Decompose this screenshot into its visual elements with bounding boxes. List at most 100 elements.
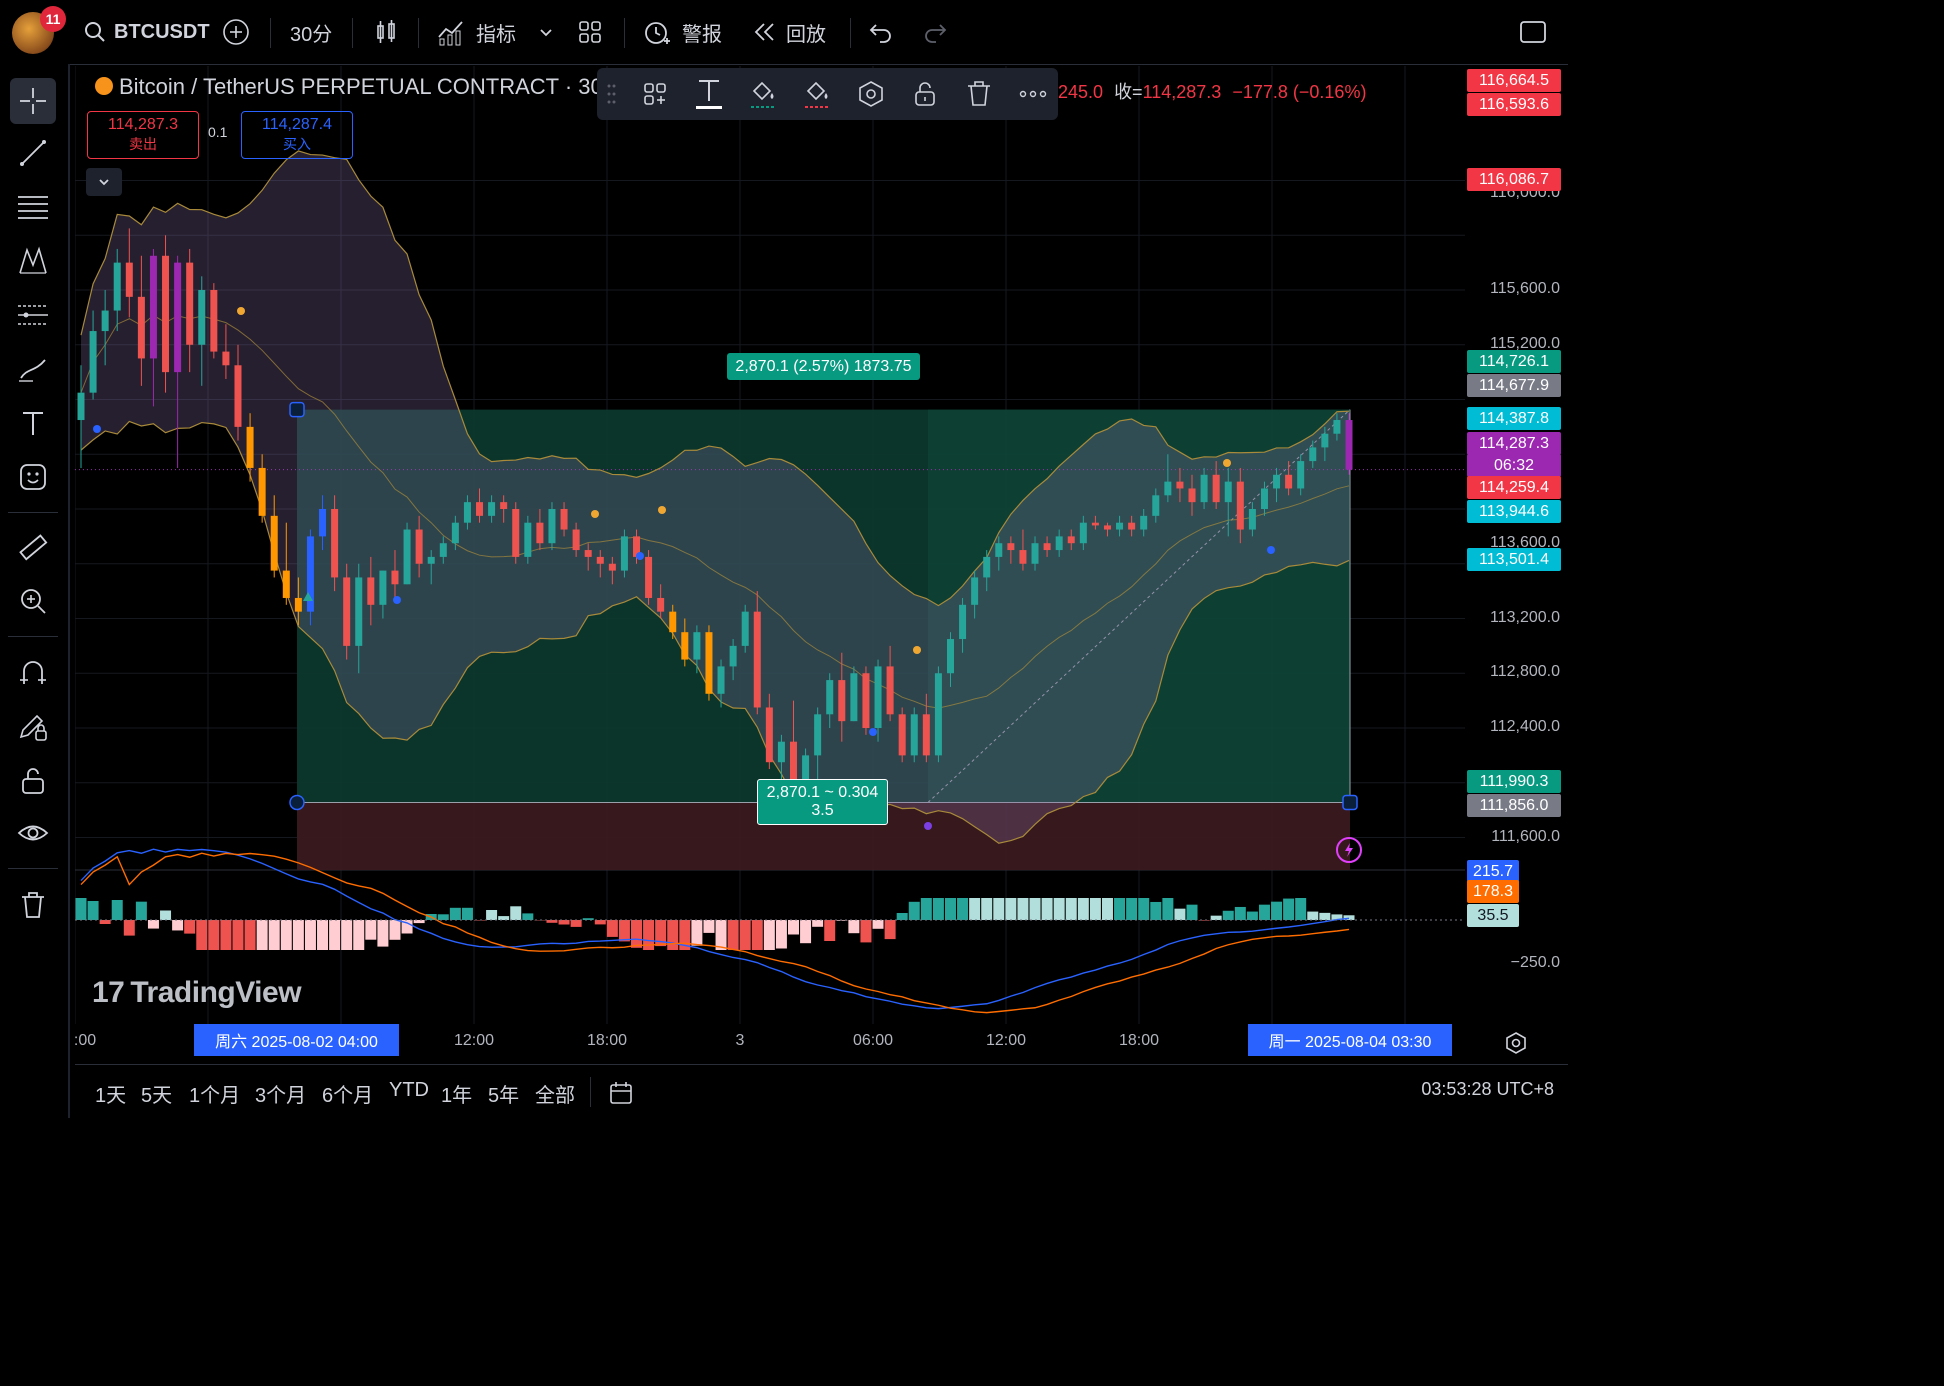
- drag-handle[interactable]: [601, 76, 621, 112]
- chart-type-button[interactable]: [372, 14, 400, 50]
- replay-button[interactable]: 回放: [752, 14, 826, 50]
- macd-bar: [993, 898, 1005, 920]
- redo-icon: [925, 24, 947, 43]
- crosshair-tool[interactable]: [10, 78, 56, 124]
- range-button[interactable]: 5天: [141, 1079, 172, 1108]
- price-tick-label: 115,600.0: [1490, 280, 1560, 297]
- visual-order-button[interactable]: [853, 76, 889, 112]
- remove-drawings[interactable]: [10, 882, 56, 928]
- range-button[interactable]: 3个月: [255, 1079, 306, 1108]
- macd-bar: [1150, 901, 1162, 920]
- utc-clock[interactable]: 03:53:28 UTC+8: [1421, 1079, 1554, 1100]
- time-tick-label: 12:00: [985, 1032, 1027, 1049]
- macd-bar: [896, 913, 908, 920]
- hide-drawings[interactable]: [10, 810, 56, 856]
- macd-bar: [389, 920, 401, 940]
- candle-body: [282, 570, 290, 598]
- time-scale[interactable]: 18:00 12:00 06:00 3 18:00 12:00:00 周六 2025-08…: [74, 1024, 1465, 1060]
- indicators-button[interactable]: 指标: [436, 14, 516, 50]
- fullscreen-button[interactable]: [1518, 14, 1548, 50]
- candle-body: [693, 632, 701, 660]
- pattern-tool[interactable]: [10, 238, 56, 284]
- range-button[interactable]: 1个月: [189, 1079, 240, 1108]
- candle-body: [1260, 488, 1268, 509]
- range-button[interactable]: 全部: [535, 1079, 575, 1108]
- lock-all-drawings[interactable]: [10, 758, 56, 804]
- measure-tool[interactable]: [10, 524, 56, 570]
- range-button[interactable]: 5年: [488, 1079, 519, 1108]
- candle-body: [838, 680, 846, 722]
- candle-body: [1043, 543, 1051, 551]
- macd-bar: [920, 898, 932, 920]
- range-button[interactable]: 1年: [441, 1079, 472, 1108]
- trendline-tool[interactable]: [10, 130, 56, 176]
- candle-body: [1164, 481, 1172, 496]
- candle-body: [995, 543, 1003, 557]
- chart-settings-button[interactable]: [1504, 1031, 1528, 1060]
- macd-bar: [860, 920, 872, 943]
- replay-label: 回放: [786, 23, 826, 46]
- fill-color-button[interactable]: [745, 76, 781, 112]
- range-button[interactable]: 6个月: [322, 1079, 373, 1108]
- candle-body: [1345, 420, 1353, 470]
- text-tool[interactable]: [10, 400, 56, 446]
- layouts-button[interactable]: [576, 14, 604, 50]
- macd-bar: [618, 920, 630, 942]
- templates-button[interactable]: [637, 76, 673, 112]
- undo-button[interactable]: [868, 14, 894, 50]
- pattern-icon: [19, 246, 47, 274]
- indicators-dropdown[interactable]: [538, 14, 554, 50]
- redo-button[interactable]: [922, 14, 948, 50]
- candle-body: [403, 529, 411, 585]
- signal-dot: [636, 552, 644, 560]
- symbol-legend[interactable]: Bitcoin / TetherUS PERPETUAL CONTRACT · …: [95, 74, 616, 100]
- drawing-handle[interactable]: [289, 401, 305, 418]
- macd-bar: [1017, 898, 1029, 920]
- price-tag: 114,259.4: [1467, 476, 1561, 499]
- price-scale[interactable]: 116,400.0115,600.0115,200.0113,200.0112,…: [1465, 66, 1568, 1024]
- macd-bar: [715, 920, 727, 950]
- price-tag: 116,593.6: [1467, 93, 1561, 116]
- zoom-tool[interactable]: [10, 578, 56, 624]
- candle-body: [101, 310, 109, 332]
- delete-drawing-button[interactable]: [961, 76, 997, 112]
- forecast-tool[interactable]: [10, 292, 56, 338]
- emoji-tool[interactable]: [10, 454, 56, 500]
- brush-tool[interactable]: [10, 346, 56, 392]
- lightning-icon[interactable]: [1336, 837, 1362, 863]
- range-button[interactable]: YTD: [389, 1079, 429, 1102]
- fib-tool[interactable]: [10, 184, 56, 230]
- more-button[interactable]: [1015, 76, 1051, 112]
- range-button[interactable]: 1天: [95, 1079, 126, 1108]
- chart-pane[interactable]: [75, 66, 1465, 1024]
- price-chart[interactable]: [75, 66, 1465, 1024]
- buy-price: 114,287.4: [262, 116, 332, 133]
- alert-button[interactable]: 警报: [642, 14, 722, 50]
- symbol-search-button[interactable]: BTCUSDT: [84, 14, 210, 50]
- candle-body: [789, 741, 797, 783]
- magnet-tool[interactable]: [10, 650, 56, 696]
- lock-drawing-button[interactable]: [907, 76, 943, 112]
- macd-bar: [1077, 898, 1089, 920]
- interval-button[interactable]: 30分: [290, 14, 332, 50]
- legend-collapse-button[interactable]: [86, 168, 122, 196]
- candle-body: [874, 666, 882, 728]
- candle-body: [983, 556, 991, 578]
- drawing-handle[interactable]: [1342, 794, 1358, 811]
- candle-body: [1297, 461, 1305, 489]
- macd-bar: [172, 920, 184, 931]
- macd-bar: [377, 920, 389, 947]
- sell-button[interactable]: 114,287.3 卖出: [87, 111, 199, 159]
- buy-button[interactable]: 114,287.4 买入: [241, 111, 353, 159]
- lock-drawing-mode[interactable]: [10, 704, 56, 750]
- macd-bar: [1065, 898, 1077, 920]
- goto-date-button[interactable]: [607, 1081, 635, 1112]
- line-color-button[interactable]: [799, 76, 835, 112]
- change-value: −177.8 (−0.16%): [1232, 82, 1367, 102]
- signal-dot: [1223, 459, 1231, 467]
- text-color-button[interactable]: [691, 76, 727, 112]
- compare-symbol-button[interactable]: [222, 14, 250, 50]
- eye-icon: [17, 825, 49, 841]
- drawing-handle[interactable]: [289, 794, 305, 811]
- time-range-start-tag: 周六 2025-08-02 04:00: [194, 1024, 399, 1056]
